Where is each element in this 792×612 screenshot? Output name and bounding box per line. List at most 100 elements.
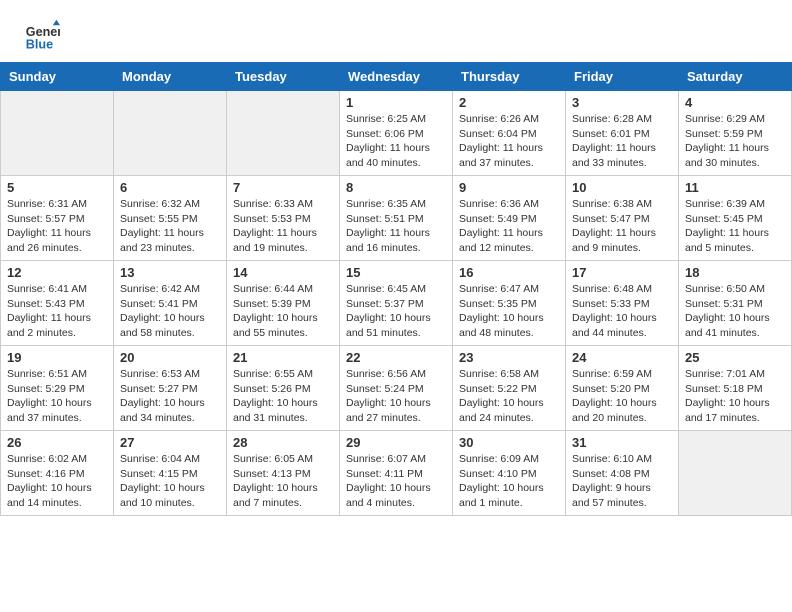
calendar-cell: 31Sunrise: 6:10 AM Sunset: 4:08 PM Dayli… (566, 431, 679, 516)
calendar-header-tuesday: Tuesday (227, 63, 340, 91)
calendar-cell: 13Sunrise: 6:42 AM Sunset: 5:41 PM Dayli… (114, 261, 227, 346)
calendar-cell: 7 Sunrise: 6:33 AM Sunset: 5:53 PM Daylig… (227, 176, 340, 261)
day-number: 5 (7, 180, 107, 195)
calendar-cell: 1Sunrise: 6:25 AM Sunset: 6:06 PM Daylig… (340, 91, 453, 176)
day-detail: Sunrise: 6:38 AM Sunset: 5:47 PM Dayligh… (572, 197, 672, 256)
day-number: 21 (233, 350, 333, 365)
day-detail: Sunrise: 6:56 AM Sunset: 5:24 PM Dayligh… (346, 367, 446, 426)
calendar-week-2: 5 Sunrise: 6:31 AM Sunset: 5:57 PM Daylig… (1, 176, 792, 261)
calendar-cell: 15 Sunrise: 6:45 AM Sunset: 5:37 PM Dayli… (340, 261, 453, 346)
day-number: 14 (233, 265, 333, 280)
calendar-cell: 5 Sunrise: 6:31 AM Sunset: 5:57 PM Daylig… (1, 176, 114, 261)
calendar-cell: 25Sunrise: 7:01 AM Sunset: 5:18 PM Dayli… (679, 346, 792, 431)
calendar-cell: 17 Sunrise: 6:48 AM Sunset: 5:33 PM Dayli… (566, 261, 679, 346)
calendar-cell: 24Sunrise: 6:59 AM Sunset: 5:20 PM Dayli… (566, 346, 679, 431)
calendar-cell: 6Sunrise: 6:32 AM Sunset: 5:55 PM Daylig… (114, 176, 227, 261)
calendar-cell: 21 Sunrise: 6:55 AM Sunset: 5:26 PM Dayli… (227, 346, 340, 431)
calendar-cell: 9 Sunrise: 6:36 AM Sunset: 5:49 PM Daylig… (453, 176, 566, 261)
calendar-cell: 2 Sunrise: 6:26 AM Sunset: 6:04 PM Daylig… (453, 91, 566, 176)
logo-icon: General Blue (24, 18, 60, 54)
calendar-cell: 12 Sunrise: 6:41 AM Sunset: 5:43 PM Dayli… (1, 261, 114, 346)
day-number: 1 (346, 95, 446, 110)
day-detail: Sunrise: 6:55 AM Sunset: 5:26 PM Dayligh… (233, 367, 333, 426)
day-detail: Sunrise: 6:48 AM Sunset: 5:33 PM Dayligh… (572, 282, 672, 341)
page-header: General Blue (0, 0, 792, 62)
calendar-cell: 30 Sunrise: 6:09 AM Sunset: 4:10 PM Dayli… (453, 431, 566, 516)
day-number: 15 (346, 265, 446, 280)
calendar-body: 1Sunrise: 6:25 AM Sunset: 6:06 PM Daylig… (1, 91, 792, 516)
calendar-cell: 18Sunrise: 6:50 AM Sunset: 5:31 PM Dayli… (679, 261, 792, 346)
calendar-cell: 11 Sunrise: 6:39 AM Sunset: 5:45 PM Dayli… (679, 176, 792, 261)
calendar-cell: 27Sunrise: 6:04 AM Sunset: 4:15 PM Dayli… (114, 431, 227, 516)
calendar-header-sunday: Sunday (1, 63, 114, 91)
day-detail: Sunrise: 6:45 AM Sunset: 5:37 PM Dayligh… (346, 282, 446, 341)
day-number: 17 (572, 265, 672, 280)
day-detail: Sunrise: 6:39 AM Sunset: 5:45 PM Dayligh… (685, 197, 785, 256)
day-number: 11 (685, 180, 785, 195)
calendar-cell: 23 Sunrise: 6:58 AM Sunset: 5:22 PM Dayli… (453, 346, 566, 431)
calendar-header-saturday: Saturday (679, 63, 792, 91)
day-number: 30 (459, 435, 559, 450)
calendar-cell: 3Sunrise: 6:28 AM Sunset: 6:01 PM Daylig… (566, 91, 679, 176)
day-number: 29 (346, 435, 446, 450)
day-detail: Sunrise: 6:26 AM Sunset: 6:04 PM Dayligh… (459, 112, 559, 171)
svg-text:Blue: Blue (26, 38, 53, 52)
calendar-cell: 14 Sunrise: 6:44 AM Sunset: 5:39 PM Dayli… (227, 261, 340, 346)
day-number: 19 (7, 350, 107, 365)
calendar-cell (114, 91, 227, 176)
day-detail: Sunrise: 6:50 AM Sunset: 5:31 PM Dayligh… (685, 282, 785, 341)
calendar-header-thursday: Thursday (453, 63, 566, 91)
calendar-cell: 8 Sunrise: 6:35 AM Sunset: 5:51 PM Daylig… (340, 176, 453, 261)
day-detail: Sunrise: 6:58 AM Sunset: 5:22 PM Dayligh… (459, 367, 559, 426)
calendar-week-3: 12 Sunrise: 6:41 AM Sunset: 5:43 PM Dayli… (1, 261, 792, 346)
day-detail: Sunrise: 6:28 AM Sunset: 6:01 PM Dayligh… (572, 112, 672, 171)
day-detail: Sunrise: 6:02 AM Sunset: 4:16 PM Dayligh… (7, 452, 107, 511)
day-detail: Sunrise: 6:07 AM Sunset: 4:11 PM Dayligh… (346, 452, 446, 511)
day-number: 7 (233, 180, 333, 195)
day-detail: Sunrise: 6:44 AM Sunset: 5:39 PM Dayligh… (233, 282, 333, 341)
day-detail: Sunrise: 6:53 AM Sunset: 5:27 PM Dayligh… (120, 367, 220, 426)
day-detail: Sunrise: 6:31 AM Sunset: 5:57 PM Dayligh… (7, 197, 107, 256)
day-number: 12 (7, 265, 107, 280)
day-number: 9 (459, 180, 559, 195)
day-detail: Sunrise: 6:36 AM Sunset: 5:49 PM Dayligh… (459, 197, 559, 256)
day-number: 4 (685, 95, 785, 110)
calendar-week-5: 26 Sunrise: 6:02 AM Sunset: 4:16 PM Dayli… (1, 431, 792, 516)
calendar-cell: 4 Sunrise: 6:29 AM Sunset: 5:59 PM Daylig… (679, 91, 792, 176)
day-detail: Sunrise: 6:35 AM Sunset: 5:51 PM Dayligh… (346, 197, 446, 256)
day-detail: Sunrise: 6:41 AM Sunset: 5:43 PM Dayligh… (7, 282, 107, 341)
calendar-header-row: SundayMondayTuesdayWednesdayThursdayFrid… (1, 63, 792, 91)
day-number: 26 (7, 435, 107, 450)
logo: General Blue (24, 18, 66, 54)
day-number: 23 (459, 350, 559, 365)
day-detail: Sunrise: 6:47 AM Sunset: 5:35 PM Dayligh… (459, 282, 559, 341)
day-number: 22 (346, 350, 446, 365)
calendar-cell: 29 Sunrise: 6:07 AM Sunset: 4:11 PM Dayli… (340, 431, 453, 516)
day-number: 13 (120, 265, 220, 280)
calendar-header-wednesday: Wednesday (340, 63, 453, 91)
day-detail: Sunrise: 6:32 AM Sunset: 5:55 PM Dayligh… (120, 197, 220, 256)
day-detail: Sunrise: 6:05 AM Sunset: 4:13 PM Dayligh… (233, 452, 333, 511)
calendar-cell: 26 Sunrise: 6:02 AM Sunset: 4:16 PM Dayli… (1, 431, 114, 516)
day-number: 16 (459, 265, 559, 280)
day-number: 24 (572, 350, 672, 365)
day-number: 2 (459, 95, 559, 110)
day-detail: Sunrise: 6:33 AM Sunset: 5:53 PM Dayligh… (233, 197, 333, 256)
day-number: 20 (120, 350, 220, 365)
calendar-cell (679, 431, 792, 516)
calendar-cell (227, 91, 340, 176)
day-detail: Sunrise: 6:09 AM Sunset: 4:10 PM Dayligh… (459, 452, 559, 511)
calendar-cell: 28Sunrise: 6:05 AM Sunset: 4:13 PM Dayli… (227, 431, 340, 516)
day-detail: Sunrise: 6:29 AM Sunset: 5:59 PM Dayligh… (685, 112, 785, 171)
day-number: 25 (685, 350, 785, 365)
calendar-table: SundayMondayTuesdayWednesdayThursdayFrid… (0, 62, 792, 516)
calendar-header-friday: Friday (566, 63, 679, 91)
day-detail: Sunrise: 6:51 AM Sunset: 5:29 PM Dayligh… (7, 367, 107, 426)
calendar-cell: 20 Sunrise: 6:53 AM Sunset: 5:27 PM Dayli… (114, 346, 227, 431)
calendar-week-4: 19 Sunrise: 6:51 AM Sunset: 5:29 PM Dayli… (1, 346, 792, 431)
day-number: 10 (572, 180, 672, 195)
calendar-cell: 16 Sunrise: 6:47 AM Sunset: 5:35 PM Dayli… (453, 261, 566, 346)
day-number: 8 (346, 180, 446, 195)
day-detail: Sunrise: 6:04 AM Sunset: 4:15 PM Dayligh… (120, 452, 220, 511)
calendar-week-1: 1Sunrise: 6:25 AM Sunset: 6:06 PM Daylig… (1, 91, 792, 176)
